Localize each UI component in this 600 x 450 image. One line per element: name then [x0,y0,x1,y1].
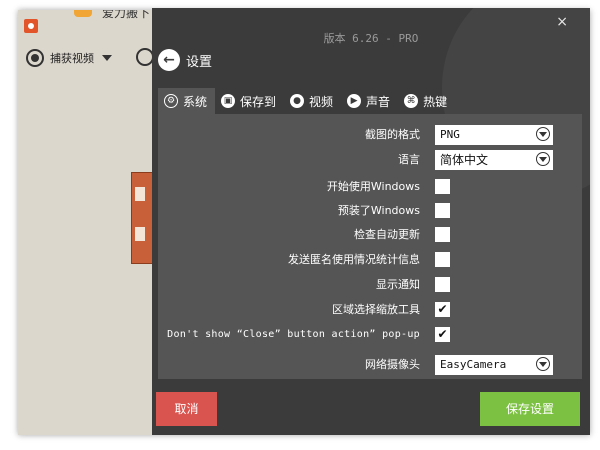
screenshot-format-select[interactable]: PNG [435,125,553,145]
tab-save-to[interactable]: ▣ 保存到 [215,88,284,114]
anonymous-stats-label: 发送匿名使用情况统计信息 [288,253,420,266]
save-settings-button[interactable]: 保存设置 [480,392,580,426]
app-title-decor [74,10,92,17]
chevron-down-icon[interactable] [102,55,112,61]
record-icon: ● [290,94,305,108]
webcam-label: 网络摄像头 [365,358,420,371]
start-with-windows-checkbox[interactable] [435,179,450,194]
setting-row-language: 语言 简体中文 [158,149,582,171]
setting-row-close-popup: Don't show “Close” button action” pop-up… [158,324,582,346]
version-text: 版本 6.26 - PRO [323,32,419,45]
language-value: 简体中文 [440,153,489,167]
language-select[interactable]: 简体中文 [435,150,553,170]
chevron-down-icon [536,357,550,371]
tab-hotkeys-label: 热键 [423,94,448,109]
screenshot-format-value: PNG [440,128,460,141]
setting-row-anonymous-stats: 发送匿名使用情况统计信息 [158,249,582,271]
zoom-tool-checkbox[interactable]: ✔ [435,302,450,317]
setting-row-show-notifications: 显示通知 [158,274,582,296]
setting-row-zoom-tool: 区域选择缩放工具 ✔ [158,299,582,321]
setting-row-preinstalled-windows: 预装了Windows [158,200,582,222]
capture-video-label: 捕获视频 [50,52,94,65]
start-with-windows-label: 开始使用Windows [326,180,420,193]
back-button[interactable]: ← 设置 [158,49,212,71]
auto-update-label: 检查自动更新 [354,228,420,241]
chevron-down-icon [536,152,550,166]
webcam-value: EasyCamera [440,358,507,371]
tab-audio[interactable]: ▶ 声音 [341,88,398,114]
orange-graphic [131,172,153,264]
preinstalled-windows-label: 预装了Windows [337,204,420,217]
webcam-select[interactable]: EasyCamera [435,355,553,375]
setting-row-start-with-windows: 开始使用Windows [158,176,582,198]
chevron-down-icon [536,127,550,141]
tab-hotkeys[interactable]: ⌘ 热键 [398,88,455,114]
show-notifications-checkbox[interactable] [435,277,450,292]
app-logo-icon [24,19,38,33]
language-label: 语言 [398,153,420,166]
back-arrow-icon: ← [158,49,180,71]
cancel-button[interactable]: 取消 [156,392,217,426]
capture-video-button[interactable]: 捕获视频 [26,46,112,70]
setting-row-webcam: 网络摄像头 EasyCamera [158,354,582,376]
auto-update-checkbox[interactable] [435,227,450,242]
tab-system-label: 系统 [183,94,208,109]
anonymous-stats-checkbox[interactable] [435,252,450,267]
close-popup-checkbox[interactable]: ✔ [435,327,450,342]
tab-audio-label: 声音 [366,94,391,109]
app-title-text: 爱力搬下 [102,10,151,20]
hotkey-icon: ⌘ [404,94,419,108]
setting-row-screenshot-format: 截图的格式 PNG [158,124,582,146]
tab-video[interactable]: ● 视频 [284,88,341,114]
screenshot-format-label: 截图的格式 [365,128,420,141]
close-icon[interactable]: × [556,14,568,30]
preinstalled-windows-checkbox[interactable] [435,203,450,218]
zoom-tool-label: 区域选择缩放工具 [332,303,420,316]
tab-save-to-label: 保存到 [240,94,277,109]
settings-title: 设置 [186,54,213,70]
close-popup-label: Don't show “Close” button action” pop-up [167,329,420,340]
settings-dialog: 版本 6.26 - PRO × ← 设置 ⚙ 系统 ▣ 保存到 ● 视频 ▶ 声… [152,8,590,435]
settings-tabs: ⚙ 系统 ▣ 保存到 ● 视频 ▶ 声音 ⌘ 热键 [158,88,455,114]
dialog-footer: 取消 保存设置 [152,379,590,435]
settings-icon: ⚙ [164,94,178,108]
app-title: 爱力搬下 [74,10,154,20]
setting-row-auto-update: 检查自动更新 [158,224,582,246]
show-notifications-label: 显示通知 [376,278,420,291]
system-settings-panel: 截图的格式 PNG 语言 简体中文 开始使用Windows 预装了Windows… [158,114,582,379]
tab-system[interactable]: ⚙ 系统 [158,88,216,114]
folder-icon: ▣ [221,94,236,108]
speaker-icon: ▶ [347,94,362,108]
record-icon [26,49,44,67]
tab-video-label: 视频 [309,94,334,109]
